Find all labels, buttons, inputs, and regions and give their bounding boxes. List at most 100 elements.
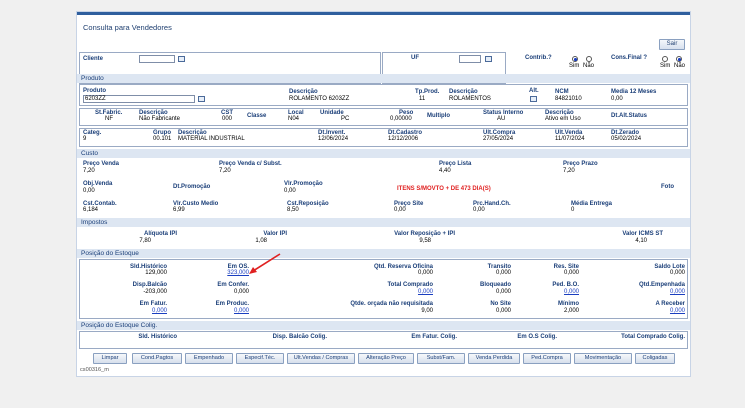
cliente-input[interactable] [139, 55, 175, 63]
consfinal-sim-radio[interactable] [662, 56, 668, 62]
cliente-search-icon[interactable] [178, 56, 185, 62]
minimo-value: 2,000 [563, 308, 579, 314]
bloqueado-value: 0,000 [495, 289, 511, 295]
precovenda-label: Preço Venda [83, 161, 120, 167]
aliqipi-label: Alíquota IPI [144, 231, 177, 237]
pedbo-label: Ped. B.O. [552, 282, 579, 288]
ped-compra-button[interactable]: Ped.Compra [523, 353, 571, 364]
produto-search-icon[interactable] [198, 96, 205, 102]
emfatur-link[interactable]: 0,000 [97, 308, 167, 314]
valoricms-value: 4,10 [635, 238, 647, 244]
dtzerado-value: 05/02/2024 [611, 136, 642, 142]
valorrepos-value: 9,58 [419, 238, 431, 244]
peso-value: 0,00000 [390, 116, 412, 122]
precovenda-value: 7,20 [83, 168, 95, 174]
media-value: 0,00 [611, 96, 623, 102]
colig-dispbalcao-label: Disp. Balcão Colig. [272, 334, 327, 340]
contrib-sim-radio[interactable] [572, 56, 578, 62]
uf-input[interactable] [459, 55, 481, 63]
sem-movimento-alert: ITENS S/MOVTO + DE 473 DIA(S) [397, 186, 491, 192]
consfinal-sim-label: Sim [660, 63, 671, 69]
local-value: N04 [288, 116, 300, 122]
red-arrow-annotation [249, 253, 281, 274]
main-panel: Consulta para Vendedores Sair Cliente UF… [76, 11, 691, 377]
alt-label: Alt. [529, 88, 539, 94]
sair-button[interactable]: Sair [659, 39, 685, 50]
emconfer-value: 0,000 [233, 289, 249, 295]
mediaentrega-value: 0 [571, 207, 575, 213]
alt-search-icon[interactable] [530, 96, 537, 102]
valorrepos-label: Valor Reposição + IPI [394, 231, 455, 237]
totalcomprado-label: Total Comprado [387, 282, 433, 288]
uf-search-icon[interactable] [485, 56, 492, 62]
uf-label: UF [411, 55, 419, 61]
grupo-value: 00.101 [153, 136, 172, 142]
section-estoque-colig: Posição do Estoque Colig. [77, 321, 690, 330]
emos-link[interactable]: 323,000 [207, 270, 249, 276]
pedbo-link[interactable]: 0,000 [527, 289, 579, 295]
produto-input[interactable]: 6203ZZ [83, 95, 195, 103]
ultvenda-value: 11/07/2024 [555, 136, 585, 142]
vlrpromocao-value: 0,00 [284, 188, 296, 194]
limpar-button[interactable]: Limpar [93, 353, 127, 364]
qtdempenhada-link[interactable]: 0,000 [617, 289, 685, 295]
dtinvent-value: 12/06/2024 [318, 136, 349, 142]
dtcadastro-value: 12/12/2006 [388, 136, 419, 142]
subst-fam-button[interactable]: Subst/Fam. [417, 353, 465, 364]
venda-perdida-button[interactable]: Venda Perdida [468, 353, 520, 364]
vlrcusto-value: 6,99 [173, 207, 185, 213]
produto-label: Produto [83, 88, 106, 94]
consfinal-nao-label: Não [674, 63, 686, 69]
ult-vendas-compras-button[interactable]: Ult.Vendas / Compras [287, 353, 355, 364]
especif-tec-button[interactable]: Especif.Téc. [236, 353, 284, 364]
dispbalcao-value: -203,000 [143, 289, 167, 295]
cond-pagtos-button[interactable]: Cond.Pagtos [132, 353, 182, 364]
areceber-link[interactable]: 0,000 [617, 308, 685, 314]
qtdeorcada-label: Qtde. orçada não requisitada [350, 301, 433, 307]
ressite-value: 0,000 [563, 270, 579, 276]
ultcompra-value: 27/05/2024 [483, 136, 514, 142]
categ-value: 9 [83, 136, 87, 142]
objvenda-label: Obj.Venda [83, 181, 113, 187]
cstrepos-value: 8,50 [287, 207, 299, 213]
contrib-nao-radio[interactable] [586, 56, 592, 62]
desc3-value: Não Fabricante [139, 116, 181, 122]
valoripi-label: Valor IPI [263, 231, 287, 237]
emproduc-link[interactable]: 0,000 [197, 308, 249, 314]
nosite-label: No Site [490, 301, 511, 307]
classe-label: Classe [247, 113, 267, 119]
colig-emos-label: Em O.S Colig. [517, 334, 557, 340]
colig-emfatur-label: Em Fatur. Colig. [411, 334, 457, 340]
cst-value: 000 [222, 116, 233, 122]
empenhado-button[interactable]: Empenhado [185, 353, 233, 364]
status-value: AU [497, 116, 506, 122]
dtpromocao-label: Dt.Promoção [173, 184, 211, 190]
alteracao-preco-button[interactable]: Alteração Preço [358, 353, 414, 364]
precovendasubst-value: 7,20 [219, 168, 231, 174]
valoripi-value: 1,08 [255, 238, 267, 244]
bloqueado-label: Bloqueado [480, 282, 511, 288]
emproduc-label: Em Produc. [215, 301, 249, 307]
dispbalcao-label: Disp.Balcão [132, 282, 167, 288]
tpprod-label: Tp.Prod. [415, 89, 440, 95]
dtalt-label: Dt.Alt.Status [611, 113, 647, 119]
panel-top-bar [77, 12, 690, 15]
coligadas-button[interactable]: Coligadas [635, 353, 675, 364]
contrib-nao-label: Não [583, 63, 595, 69]
media-label: Media 12 Meses [611, 89, 657, 95]
valoricms-label: Valor ICMS ST [622, 231, 663, 237]
colig-totalcomprado-label: Total Comprado Colig. [621, 334, 685, 340]
contrib-label: Contrib.? [525, 55, 552, 61]
areceber-label: A Receber [655, 301, 685, 307]
movimentacao-button[interactable]: Movimentação [574, 353, 632, 364]
consfinal-nao-radio[interactable] [676, 56, 682, 62]
multiplo-label: Multiplo [427, 113, 450, 119]
cliente-label: Cliente [83, 56, 104, 62]
precosite-value: 0,00 [394, 207, 406, 213]
section-impostos: Impostos [77, 218, 690, 227]
qtdreserva-value: 0,000 [417, 270, 433, 276]
minimo-label: Mínimo [558, 301, 579, 307]
vlrpromocao-label: Vlr.Promoção [284, 181, 323, 187]
qtdempenhada-label: Qtd.Empenhada [638, 282, 685, 288]
totalcomprado-link[interactable]: 0,000 [339, 289, 433, 295]
